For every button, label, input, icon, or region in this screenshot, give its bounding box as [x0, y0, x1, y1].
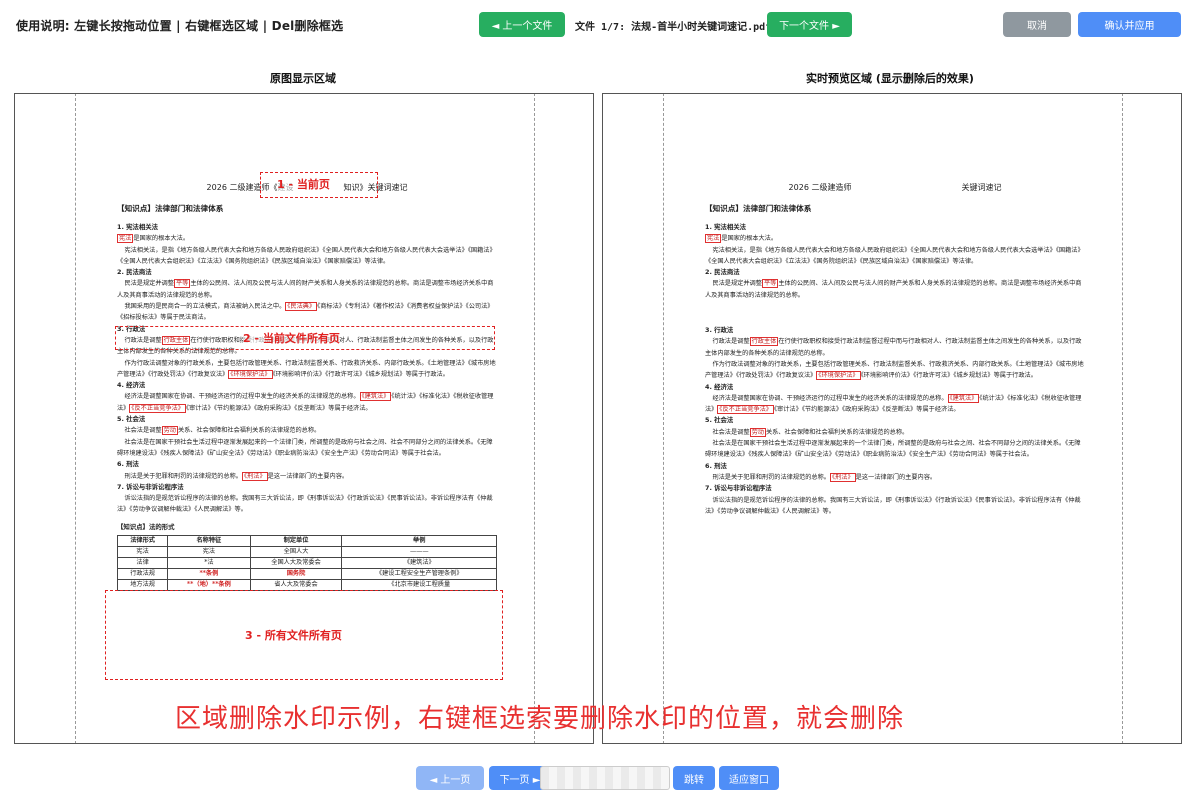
erased-region	[705, 301, 1085, 325]
paragraph: 宪法 是国家的根本大法。	[705, 234, 778, 244]
paragraph: 刑法是关于犯罪和刑罚的法律规范的总称。 《刑法》 是这一法律部门的主要内容。	[712, 472, 937, 482]
paragraph: 民法是规定并调整 平等 主体的公民间、法人间及公民与法人间的财产关系和人身关系的法律…	[117, 279, 494, 299]
usage-instructions: 使用说明: 左键长按拖动位置 | 右键框选区域 | Del删除框选	[16, 19, 344, 33]
section-heading: 3. 行政法	[705, 326, 734, 335]
section-heading: 7. 诉讼与非诉讼程序法	[705, 484, 772, 493]
section-heading: 7. 诉讼与非诉讼程序法	[117, 482, 184, 491]
paragraph: 宪法 是国家的根本大法。	[117, 234, 190, 244]
paragraph: 作为行政法调整对象的行政关系，主要包括行政管理关系、行政法制监督关系、行政救济关…	[705, 360, 1084, 381]
page-number-input[interactable]	[540, 766, 670, 790]
paragraph: 刑法是关于犯罪和刑罚的法律规范的总称。 《刑法》 是这一法律部门的主要内容。	[124, 471, 349, 481]
section-heading: 2. 民法商法	[117, 268, 152, 277]
law-forms-table: 法律形式 名称特征 制定单位 举例 宪法 宪法 全国人大 ——— 法律 *法 全国人大及常委会《…	[116, 535, 497, 592]
left-panel-title: 原图显示区域	[270, 72, 336, 85]
paragraph: 经济法是调整国家在协调、干预经济运行的过程中发生的经济关系的法律规范的总称。 《建…	[117, 392, 494, 413]
fit-window-button[interactable]: 适应窗口	[719, 766, 779, 790]
bottom-toolbar: ◄ 上一页 下一页 ► 跳转 适应窗口	[0, 760, 1194, 800]
paragraph: 诉讼法指的是规范诉讼程序的法律的总称。我国有三大诉讼法，即《刑事诉讼法》《行政诉…	[705, 496, 1081, 515]
paragraph: 民法是规定并调整 平等 主体的公民间、法人间及公民与法人间的财产关系和人身关系的法律…	[705, 279, 1082, 299]
selection-label-current-page: 1 - 当前页	[277, 176, 330, 192]
paragraph: 宪法相关法，是指《地方各级人民代表大会和地方各级人民政府组织法》《全国人民代表大…	[705, 246, 1084, 265]
preview-document-page: 2026 二级建造师 关键词速记 【知识点】法律部门和法律体系 1. 宪法相关法 …	[705, 180, 1085, 517]
file-label: 文件 1/7: 法规-首半小时关键词速记.pdf	[575, 22, 772, 33]
knowledge-point-heading: 【知识点】法律部门和法律体系	[117, 204, 224, 213]
paragraph: 社会法是调整 劳动 关系、社会保障和社会福利关系的法律规范的总称。	[124, 426, 321, 436]
paragraph: 我国采用的是民商合一的立法模式，商法被纳入民法之中。 《民法典》 《商标法》《专利法…	[117, 302, 494, 322]
table-row: 法律 *法 全国人大及常委会 《建筑法》	[116, 557, 497, 570]
top-toolbar: 使用说明: 左键长按拖动位置 | 右键框选区域 | Del删除框选 ◄ 上一个文…	[0, 0, 1194, 50]
paragraph: 行政法是调整 行政主体 在行使行政职权和接受行政法制监督过程中而与行政相对人、行政法…	[705, 337, 1082, 357]
section-heading: 4. 经济法	[117, 381, 146, 390]
section-heading: 6. 刑法	[117, 460, 139, 469]
paragraph: 诉讼法指的是规范诉讼程序的法律的总称。我国有三大诉讼法，即《刑事诉讼法》《行政诉…	[117, 495, 493, 514]
selection-label-all-files: 3 - 所有文件所有页	[245, 627, 342, 643]
section-heading: 1. 宪法相关法	[705, 223, 747, 231]
section-heading: 2. 民法商法	[705, 268, 740, 277]
knowledge-point-heading: 【知识点】法律部门和法律体系	[705, 204, 812, 213]
document-page: 2026 二级建造师《建设 知识》关键词速记 【知识点】法律部门和法律体系 1. …	[116, 180, 497, 592]
doc-title: 2026 二级建造师 关键词速记	[788, 183, 1002, 192]
table-header-row: 法律形式 名称特征 制定单位 举例	[116, 535, 497, 548]
cancel-button[interactable]: 取消	[1003, 12, 1071, 37]
example-caption: 区域删除水印示例，右键框选索要删除水印的位置，就会删除	[175, 704, 905, 734]
section-heading: 6. 刑法	[705, 461, 727, 470]
original-view-panel[interactable]: 2026 二级建造师《建设 知识》关键词速记 【知识点】法律部门和法律体系 1. …	[14, 93, 594, 744]
table-row: 宪法 宪法 全国人大 ———	[116, 546, 497, 559]
paragraph: 经济法是调整国家在协调、干预经济运行的过程中发生的经济关系的法律规范的总称。 《建…	[705, 393, 1082, 415]
paragraph: 社会法是在国家干预社会生活过程中逐渐发展起来的一个法律门类，所调整的是政府与社会…	[705, 440, 1081, 459]
prev-page-button[interactable]: ◄ 上一页	[416, 766, 484, 790]
preview-panel: 2026 二级建造师 关键词速记 【知识点】法律部门和法律体系 1. 宪法相关法 …	[602, 93, 1182, 744]
selection-label-current-file: 2 - 当前文件所有页	[243, 330, 340, 346]
paragraph: 社会法是调整 劳动 关系、社会保障和社会福利关系的法律规范的总称。	[712, 427, 909, 437]
right-panel-title: 实时预览区域 (显示删除后的效果)	[806, 72, 974, 85]
section-heading: 4. 经济法	[705, 382, 734, 391]
table-row: 地方法规 **（地）**条例 省人大及常委会 《北京市建设工程质量	[116, 579, 497, 592]
section-heading: 1. 宪法相关法	[117, 223, 159, 231]
table-row: 行政法规 **条例 国务院 《建设工程安全生产管理条例》	[116, 568, 497, 581]
jump-button[interactable]: 跳转	[673, 766, 715, 790]
section-heading: 5. 社会法	[705, 416, 734, 425]
section-heading: 5. 社会法	[117, 415, 146, 424]
paragraph: 作为行政法调整对象的行政关系，主要包括行政管理关系、行政法制监督关系、行政救济关…	[117, 359, 496, 379]
paragraph: 宪法相关法，是指《地方各级人民代表大会和地方各级人民政府组织法》《全国人民代表大…	[117, 246, 496, 265]
knowledge-point-heading: 【知识点】法的形式	[117, 522, 175, 531]
confirm-apply-button[interactable]: 确认并应用	[1078, 12, 1181, 37]
paragraph: 社会法是在国家干预社会生活过程中逐渐发展起来的一个法律门类，所调整的是政府与社会…	[117, 438, 493, 457]
next-file-button[interactable]: 下一个文件 ►	[767, 12, 852, 37]
prev-file-button[interactable]: ◄ 上一个文件	[479, 12, 565, 37]
